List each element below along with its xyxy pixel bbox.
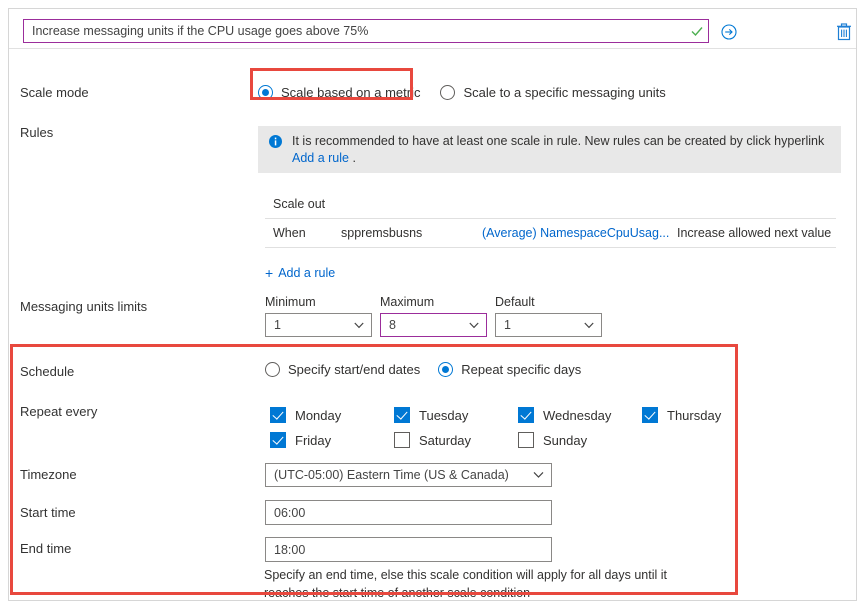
- checkbox-label-wednesday: Wednesday: [543, 407, 612, 423]
- checkbox-indicator-friday: [270, 432, 286, 448]
- start-time-label: Start time: [20, 505, 76, 520]
- end-time-label: End time: [20, 541, 72, 556]
- checkbox-label-monday: Monday: [295, 407, 342, 423]
- rules-info-text-after: .: [348, 151, 356, 165]
- default-value: 1: [504, 318, 511, 332]
- chevron-down-icon: [469, 318, 479, 332]
- default-label: Default: [495, 295, 535, 309]
- rule-resource-cell: sppremsbusns: [341, 226, 423, 240]
- add-a-rule-link[interactable]: Add a rule: [292, 151, 349, 165]
- radio-specify-start-end-dates[interactable]: Specify start/end dates: [265, 362, 420, 377]
- rule-metric-cell[interactable]: (Average) NamespaceCpuUsag...: [482, 226, 677, 240]
- schedule-label: Schedule: [20, 364, 75, 379]
- radio-label-start-end: Specify start/end dates: [288, 362, 421, 377]
- repeat-days-row-1: Monday Tuesday Wednesday Thursday: [270, 407, 721, 423]
- timezone-value: (UTC-05:00) Eastern Time (US & Canada): [274, 468, 509, 482]
- maximum-dropdown[interactable]: 8: [380, 313, 487, 337]
- messaging-units-limits-fields: Minimum 1 Maximum 8 Default 1: [265, 295, 602, 337]
- checkbox-label-tuesday: Tuesday: [419, 407, 469, 423]
- start-time-input[interactable]: 06:00: [265, 500, 552, 525]
- checkbox-indicator-monday: [270, 407, 286, 423]
- checkbox-indicator-sunday: [518, 432, 534, 448]
- scale-rules-table: Scale out When sppremsbusns (Average) Na…: [265, 197, 836, 248]
- minimum-label: Minimum: [265, 295, 316, 309]
- schedule-radio-group: Specify start/end dates Repeat specific …: [265, 362, 581, 377]
- rules-label: Rules: [20, 125, 54, 140]
- checkbox-saturday[interactable]: Saturday: [394, 432, 518, 448]
- radio-label-specific: Scale to a specific messaging units: [463, 85, 666, 100]
- arrow-right-circle-icon[interactable]: [721, 24, 737, 40]
- scale-condition-header-row: [9, 9, 856, 49]
- checkbox-thursday[interactable]: Thursday: [642, 407, 721, 423]
- checkbox-wednesday[interactable]: Wednesday: [518, 407, 642, 423]
- rules-info-text: It is recommended to have at least one s…: [292, 133, 831, 167]
- scale-condition-name-wrapper: [23, 19, 709, 43]
- rule-when-cell: When: [273, 226, 306, 240]
- add-rule-label: Add a rule: [278, 266, 336, 280]
- chevron-down-icon: [584, 318, 594, 332]
- checkbox-indicator-wednesday: [518, 407, 534, 423]
- minimum-value: 1: [274, 318, 281, 332]
- checkbox-label-thursday: Thursday: [667, 407, 722, 423]
- radio-repeat-specific-days[interactable]: Repeat specific days: [438, 362, 581, 377]
- checkbox-indicator-saturday: [394, 432, 410, 448]
- default-field-group: Default 1: [495, 295, 602, 337]
- checkbox-friday[interactable]: Friday: [270, 432, 394, 448]
- maximum-value: 8: [389, 318, 396, 332]
- default-dropdown[interactable]: 1: [495, 313, 602, 337]
- repeat-every-label: Repeat every: [20, 404, 98, 419]
- checkbox-indicator-thursday: [642, 407, 658, 423]
- radio-indicator-specific: [440, 85, 456, 100]
- end-time-value: 18:00: [274, 542, 306, 557]
- checkbox-label-sunday: Sunday: [543, 432, 588, 448]
- table-row[interactable]: When sppremsbusns (Average) NamespaceCpu…: [265, 219, 836, 248]
- radio-scale-based-on-metric[interactable]: Scale based on a metric: [258, 85, 420, 100]
- rules-info-text-before: It is recommended to have at least one s…: [292, 134, 825, 148]
- scale-condition-name-input[interactable]: [24, 20, 686, 42]
- scale-mode-radio-group: Scale based on a metric Scale to a speci…: [258, 85, 666, 100]
- trash-icon[interactable]: [835, 22, 853, 42]
- checkbox-label-saturday: Saturday: [419, 432, 472, 448]
- repeat-days-group: Monday Tuesday Wednesday Thursday Friday: [270, 407, 721, 448]
- maximum-field-group: Maximum 8: [380, 295, 487, 337]
- scale-condition-blade: Scale mode Scale based on a metric Scale…: [8, 8, 857, 601]
- radio-label-metric: Scale based on a metric: [281, 85, 421, 100]
- checkbox-tuesday[interactable]: Tuesday: [394, 407, 518, 423]
- minimum-field-group: Minimum 1: [265, 295, 372, 337]
- plus-icon: +: [265, 265, 274, 281]
- timezone-label: Timezone: [20, 467, 77, 482]
- chevron-down-icon: [533, 468, 544, 482]
- maximum-label: Maximum: [380, 295, 435, 309]
- add-rule-button[interactable]: + Add a rule: [265, 266, 335, 280]
- radio-indicator-metric: [258, 85, 273, 100]
- info-icon: [269, 135, 282, 148]
- radio-indicator-repeat-days: [438, 362, 454, 377]
- checkbox-indicator-tuesday: [394, 407, 410, 423]
- checkbox-sunday[interactable]: Sunday: [518, 432, 587, 448]
- rules-info-banner: It is recommended to have at least one s…: [258, 126, 841, 173]
- timezone-dropdown[interactable]: (UTC-05:00) Eastern Time (US & Canada): [265, 463, 552, 487]
- scale-mode-row: Scale mode Scale based on a metric Scale…: [9, 77, 856, 109]
- rule-action-cell: Increase allowed next value: [677, 226, 832, 240]
- radio-scale-to-specific-units[interactable]: Scale to a specific messaging units: [440, 85, 666, 100]
- start-time-value: 06:00: [274, 505, 306, 520]
- radio-label-repeat-days: Repeat specific days: [461, 362, 582, 377]
- checkmark-icon: [686, 24, 708, 38]
- scale-mode-label: Scale mode: [20, 85, 89, 100]
- messaging-units-limits-label: Messaging units limits: [20, 299, 148, 314]
- repeat-days-row-2: Friday Saturday Sunday: [270, 432, 721, 448]
- end-time-helper-text: Specify an end time, else this scale con…: [264, 568, 667, 600]
- end-time-input[interactable]: 18:00: [265, 537, 552, 562]
- scale-out-section-header: Scale out: [265, 197, 836, 219]
- chevron-down-icon: [354, 318, 364, 332]
- radio-indicator-start-end: [265, 362, 280, 377]
- checkbox-monday[interactable]: Monday: [270, 407, 394, 423]
- minimum-dropdown[interactable]: 1: [265, 313, 372, 337]
- checkbox-label-friday: Friday: [295, 432, 332, 448]
